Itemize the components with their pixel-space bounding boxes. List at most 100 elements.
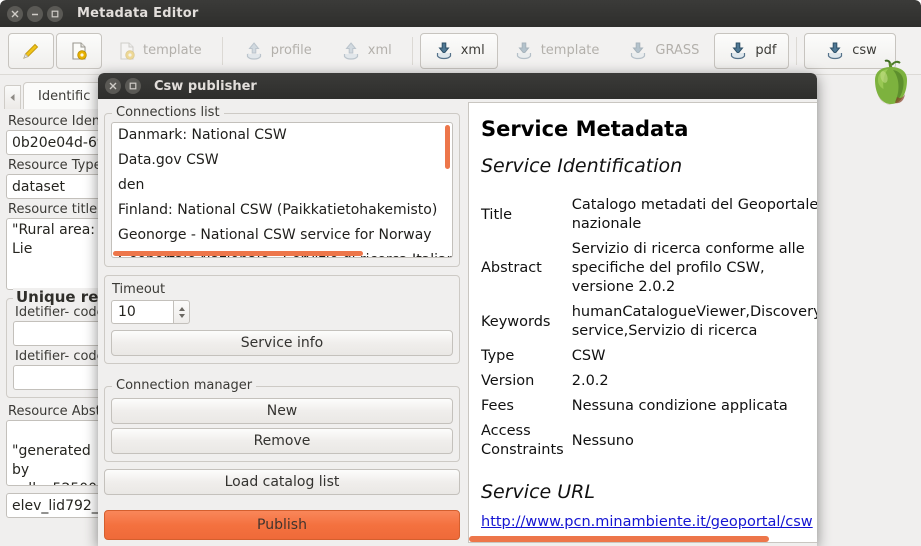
stepper-down-icon[interactable] — [178, 313, 185, 318]
app-title: Metadata Editor — [77, 6, 199, 21]
row-key: Access Constraints — [481, 423, 564, 458]
document-gear-icon — [72, 41, 87, 60]
row-key: Keywords — [481, 313, 551, 330]
service-info-label: Service info — [240, 335, 324, 351]
dialog-left-panel: Connections list Danmark: National CSW D… — [98, 99, 468, 546]
connections-list[interactable]: Danmark: National CSW Data.gov CSW den F… — [111, 122, 453, 258]
toolbar-save-xml-label: xml — [460, 43, 485, 58]
identifier-code-input-2[interactable] — [13, 365, 111, 390]
main-toolbar: template profile xml xml template GRASS … — [0, 27, 921, 75]
remove-connection-label: Remove — [253, 433, 311, 449]
service-identification-table: Title Catalogo metadati del Geoportale n… — [481, 193, 817, 463]
toolbar-edit-button[interactable] — [8, 32, 54, 69]
toolbar-save-pdf-label: pdf — [755, 43, 777, 58]
app-titlebar: Metadata Editor — [0, 0, 921, 27]
timeout-spinner[interactable]: 10 — [111, 300, 453, 324]
service-info-button[interactable]: Service info — [111, 330, 453, 356]
window-minimize-button[interactable] — [27, 5, 43, 22]
tab-scroll-left-button[interactable] — [4, 85, 21, 109]
dialog-close-button[interactable] — [105, 78, 121, 94]
toolbar-save-template-label: template — [540, 43, 600, 58]
publish-button-wrap: Publish — [104, 510, 460, 540]
identifier-code-input-1[interactable] — [13, 321, 111, 346]
connections-list-horizontal-scrollbar[interactable] — [113, 251, 363, 256]
table-row: Type CSW — [481, 344, 817, 369]
resource-title-value: "Rural area: Liе — [12, 222, 96, 257]
download-icon — [436, 42, 451, 59]
row-key: Version — [481, 373, 535, 389]
toolbar-load-xml-label: xml — [367, 43, 392, 58]
table-row: Keywords humanCatalogueViewer,Discovery … — [481, 300, 817, 344]
toolbar-save-xml-button[interactable]: xml — [419, 32, 498, 69]
row-value: Catalogo metadati del Geoportale naziona… — [571, 197, 817, 232]
toolbar-separator — [221, 36, 223, 65]
window-close-button[interactable] — [7, 5, 23, 22]
toolbar-new-from-template-button[interactable] — [56, 32, 102, 69]
download-icon — [631, 42, 646, 59]
timeout-stepper[interactable] — [173, 300, 190, 324]
row-key: Abstract — [481, 260, 542, 276]
green-bell-pepper-icon — [866, 58, 916, 110]
document-gear-icon — [120, 41, 135, 60]
toolbar-profile-label: profile — [270, 43, 312, 58]
row-value: 2.0.2 — [571, 373, 609, 389]
dialog-maximize-button[interactable] — [125, 78, 141, 94]
dialog-title: Csw publisher — [154, 78, 257, 94]
tab-identification-label: Identific — [38, 88, 91, 104]
toolbar-load-xml-button[interactable]: xml — [327, 33, 405, 69]
identifier-code-label-2: Idetifier- code c — [15, 349, 116, 364]
table-row: Fees Nessuna condizione applicata — [481, 394, 817, 419]
table-row: Abstract Servizio di ricerca conforme al… — [481, 237, 817, 300]
toolbar-template-label: template — [143, 43, 202, 58]
list-item[interactable]: Finland: National CSW (Paikkatietohakemi… — [112, 198, 452, 223]
service-metadata-view[interactable]: Service Metadata Service Identification … — [468, 102, 817, 543]
service-url-link[interactable]: http://www.pcn.minambiente.it/geoportal/… — [481, 514, 813, 530]
toolbar-template-button[interactable]: template — [104, 33, 215, 69]
toolbar-save-pdf-button[interactable]: pdf — [714, 32, 790, 69]
service-identification-heading: Service Identification — [481, 155, 683, 177]
dialog-body: Connections list Danmark: National CSW D… — [98, 99, 817, 546]
dialog-right-panel: Service Metadata Service Identification … — [468, 99, 817, 546]
upload-icon — [343, 41, 358, 60]
toolbar-save-grass-label: GRASS — [655, 43, 700, 58]
download-icon — [828, 42, 843, 59]
row-key: Type — [481, 348, 515, 364]
list-item[interactable]: den — [112, 173, 452, 198]
metadata-horizontal-scrollbar[interactable] — [469, 536, 769, 542]
new-connection-label: New — [266, 403, 298, 419]
list-item[interactable]: Geonorge - National CSW service for Norw… — [112, 223, 452, 248]
connections-list-vertical-scrollbar[interactable] — [445, 125, 450, 169]
window-maximize-button[interactable] — [47, 5, 63, 22]
table-row: Access Constraints Nessuno — [481, 419, 817, 463]
remove-connection-button[interactable]: Remove — [111, 428, 453, 454]
row-key: Fees — [481, 398, 514, 414]
identifier-code-label-1: Idetifier- code — [15, 305, 105, 320]
row-value: Servizio di ricerca conforme alle specif… — [571, 241, 805, 295]
row-value: Nessuna condizione applicata — [571, 398, 788, 414]
toolbar-save-grass-button[interactable]: GRASS — [614, 33, 712, 69]
stepper-up-icon[interactable] — [178, 306, 185, 311]
publish-button[interactable]: Publish — [104, 510, 460, 540]
list-item[interactable]: Data.gov CSW — [112, 148, 452, 173]
resource-type-value: dataset — [12, 178, 65, 195]
pencil-icon — [23, 43, 39, 59]
toolbar-save-csw-label: csw — [852, 43, 877, 58]
upload-icon — [246, 41, 261, 60]
timeout-label: Timeout — [112, 282, 166, 297]
toolbar-load-profile-button[interactable]: profile — [230, 33, 325, 69]
list-item[interactable]: Danmark: National CSW — [112, 123, 452, 148]
timeout-value: 10 — [118, 304, 136, 320]
toolbar-save-template-button[interactable]: template — [500, 33, 613, 69]
table-row: Title Catalogo metadati del Geoportale n… — [481, 193, 817, 237]
load-catalog-list-button[interactable]: Load catalog list — [104, 469, 460, 495]
row-key: Title — [481, 206, 513, 223]
row-value: Nessuno — [571, 432, 634, 449]
timeout-input[interactable]: 10 — [111, 300, 173, 324]
download-icon — [731, 42, 746, 59]
row-value: CSW — [571, 348, 606, 364]
tab-identification[interactable]: Identific — [23, 82, 106, 109]
screen: Metadata Editor template profile xml xml… — [0, 0, 921, 546]
new-connection-button[interactable]: New — [111, 398, 453, 424]
connections-list-group: Connections list Danmark: National CSW D… — [104, 105, 460, 267]
load-catalog-list-label: Load catalog list — [224, 474, 340, 490]
